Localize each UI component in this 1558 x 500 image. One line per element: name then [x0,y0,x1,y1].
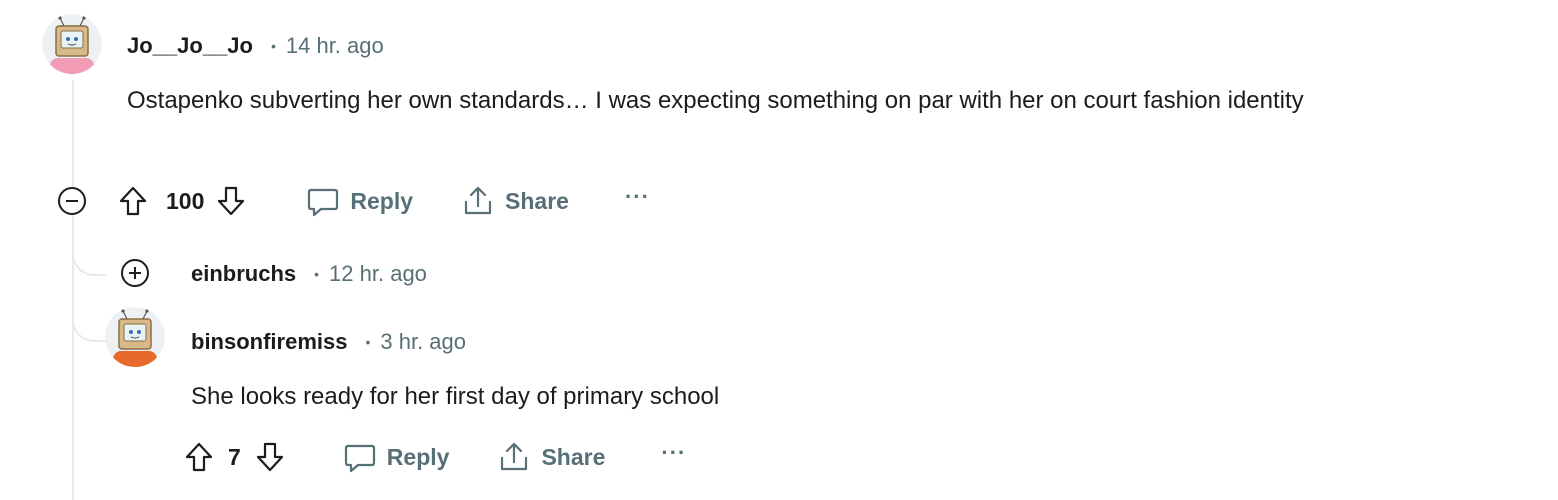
comment-meta: einbruchs • 12 hr. ago [191,260,427,288]
arrow-up-icon [119,186,147,216]
more-options-button[interactable]: ··· [625,184,650,210]
share-icon [464,186,492,215]
timestamp[interactable]: 3 hr. ago [380,328,466,356]
avatar[interactable] [105,307,165,367]
username-link[interactable]: einbruchs [191,260,296,288]
expand-thread-button[interactable] [121,259,149,287]
reply-label: Reply [386,443,450,470]
timestamp[interactable]: 12 hr. ago [329,260,427,288]
username-link[interactable]: binsonfiremiss [191,328,347,356]
downvote-button[interactable] [253,440,287,474]
thread-line [72,80,74,500]
reply-button[interactable]: Reply [306,184,413,218]
share-label: Share [541,443,606,470]
snoo-tv-head-avatar-icon [105,307,165,367]
meta-separator: • [365,334,371,350]
share-button[interactable]: Share [497,440,605,474]
upvote-button[interactable] [182,440,216,474]
share-icon [501,442,528,471]
arrow-down-icon [256,442,283,472]
arrow-up-icon [185,442,213,472]
username-link[interactable]: Jo__Jo__Jo [127,32,253,60]
comment-action-bar: 7 Reply Share ··· [182,437,686,477]
comment-meta: Jo__Jo__Jo • 14 hr. ago [127,32,384,60]
comment-body: She looks ready for her first day of pri… [191,383,720,410]
comment-action-bar: 100 Reply Share ··· [116,181,650,221]
meta-separator: • [270,38,276,54]
collapse-thread-button[interactable] [58,187,86,215]
vote-score: 100 [166,187,205,214]
vote-score: 7 [228,443,241,470]
arrow-down-icon [218,186,245,216]
more-options-button[interactable]: ··· [661,440,686,466]
thread-branch [72,254,106,276]
downvote-button[interactable] [214,184,248,218]
share-button[interactable]: Share [461,184,569,218]
reply-label: Reply [350,187,414,214]
reply-button[interactable]: Reply [343,440,450,474]
comment-meta: binsonfiremiss • 3 hr. ago [191,328,466,356]
upvote-button[interactable] [116,184,150,218]
comment-body: Ostapenko subverting her own standards… … [127,87,1304,114]
speech-bubble-icon [308,188,339,217]
meta-separator: • [314,266,320,282]
timestamp[interactable]: 14 hr. ago [286,32,384,60]
speech-bubble-icon [344,444,375,473]
avatar[interactable] [42,14,102,74]
snoo-tv-head-avatar-icon [42,14,102,74]
share-label: Share [505,187,569,214]
thread-branch [72,320,106,342]
